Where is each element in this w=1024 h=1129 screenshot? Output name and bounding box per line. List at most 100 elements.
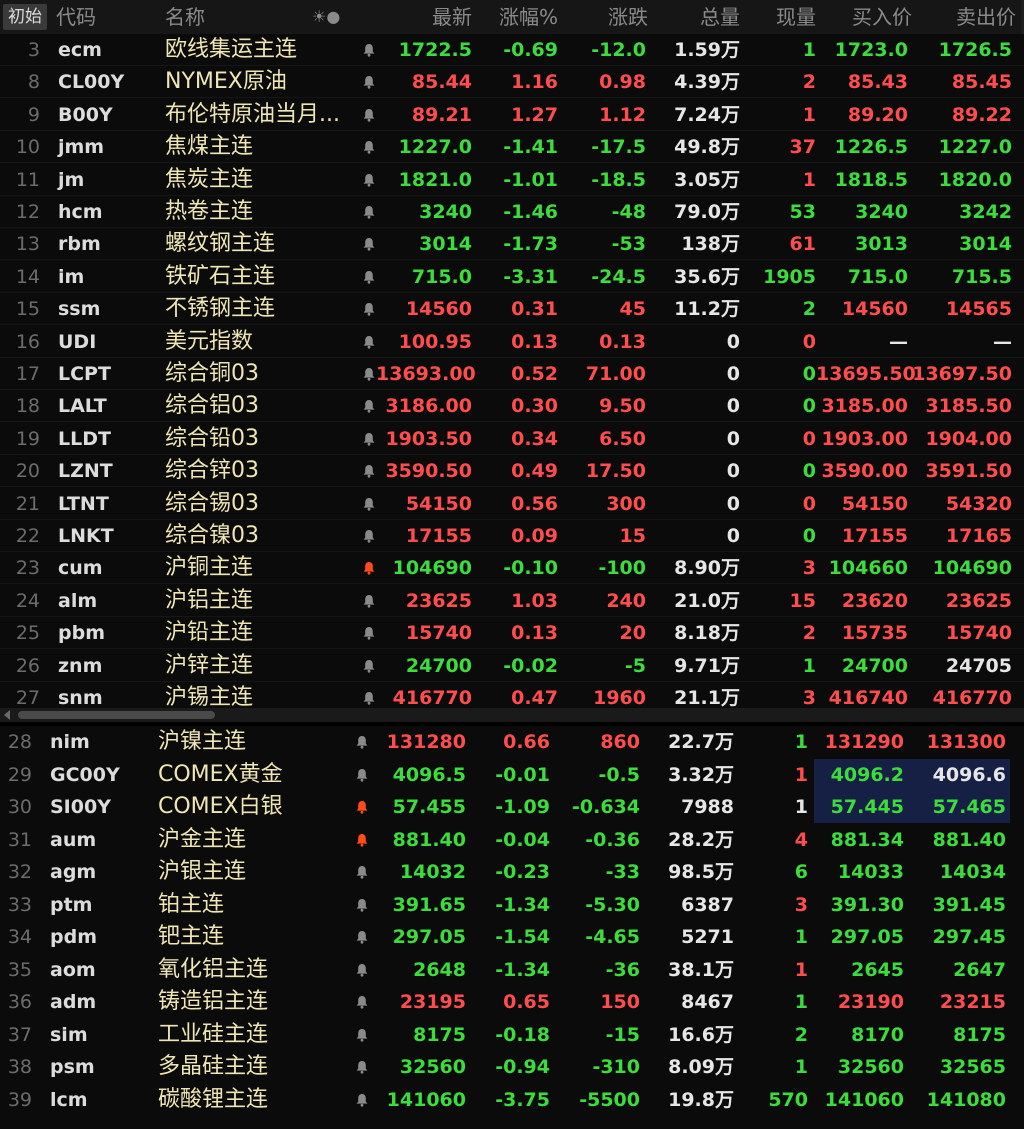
alert-bell-icon[interactable] bbox=[362, 335, 376, 349]
total-volume: 0 bbox=[726, 330, 740, 353]
alert-bell-icon[interactable] bbox=[362, 626, 376, 640]
quote-row-lcm[interactable]: 39 lcm 碳酸锂主连 141060 -3.75 -5500 19.8万 570 141060… bbox=[0, 1084, 1024, 1116]
alert-bell-icon[interactable] bbox=[355, 1093, 369, 1107]
alert-bell-icon[interactable] bbox=[362, 659, 376, 673]
current-volume: 2 bbox=[802, 622, 816, 645]
instrument-name: 沪铅主连 bbox=[165, 620, 254, 646]
quote-row-udi[interactable]: 16 UDI 美元指数 100.95 0.13 0.13 0 0 — — bbox=[0, 326, 1024, 358]
alert-bell-icon[interactable] bbox=[362, 43, 376, 57]
quote-row-lldt[interactable]: 19 LLDT 综合铅03 1903.50 0.34 6.50 0 0 1903.00 1904.… bbox=[0, 423, 1024, 455]
alert-bell-icon[interactable] bbox=[355, 963, 369, 977]
alert-bell-icon[interactable] bbox=[362, 108, 376, 122]
quote-row-alm[interactable]: 24 alm 沪铝主连 23625 1.03 240 21.0万 15 23620 23625 bbox=[0, 585, 1024, 617]
quote-row-ecm[interactable]: 3 ecm 欧线集运主连 1722.5 -0.69 -12.0 1.59万 1 1723.0 17… bbox=[0, 34, 1024, 66]
header-code[interactable]: 代码 bbox=[56, 0, 96, 34]
quote-row-psm[interactable]: 38 psm 多晶硅主连 32560 -0.94 -310 8.09万 1 32560 32565 bbox=[0, 1051, 1024, 1083]
quote-row-cl00y[interactable]: 8 CL00Y NYMEX原油 85.44 1.16 0.98 4.39万 2 85.43 85.… bbox=[0, 66, 1024, 99]
scroll-left-icon[interactable] bbox=[4, 710, 10, 720]
quote-row-gc00y[interactable]: 29 GC00Y COMEX黄金 4096.5 -0.01 -0.5 3.32万 1 4096.… bbox=[0, 758, 1024, 791]
horizontal-scrollbar[interactable] bbox=[0, 708, 1024, 722]
last-price: 3590.50 bbox=[385, 460, 472, 483]
quote-row-b00y[interactable]: 9 B00Y 布伦特原油当月... 89.21 1.27 1.12 7.24万 1 89.20 8… bbox=[0, 99, 1024, 131]
alert-bell-icon[interactable] bbox=[362, 464, 376, 478]
change-amount: 150 bbox=[600, 991, 640, 1013]
last-price: 2648 bbox=[413, 958, 466, 981]
last-price: 24700 bbox=[405, 654, 472, 677]
total-volume: 22.7万 bbox=[668, 731, 734, 753]
alert-bell-icon[interactable] bbox=[362, 497, 376, 511]
alert-bell-icon[interactable] bbox=[362, 173, 376, 187]
instrument-name: 焦炭主连 bbox=[165, 166, 254, 192]
header-pct[interactable]: 涨幅% bbox=[470, 0, 558, 34]
header-last[interactable]: 最新 bbox=[380, 0, 472, 34]
quote-row-lznt[interactable]: 20 LZNT 综合锌03 3590.50 0.49 17.50 0 0 3590.00 3591… bbox=[0, 455, 1024, 488]
alert-bell-icon[interactable] bbox=[355, 768, 369, 782]
last-price: 104690 bbox=[392, 557, 472, 580]
current-volume: 0 bbox=[802, 525, 816, 547]
alert-bell-icon[interactable] bbox=[362, 529, 376, 543]
quote-row-ltnt[interactable]: 21 LTNT 综合锡03 54150 0.56 300 0 0 54150 54320 bbox=[0, 488, 1024, 520]
alert-bell-icon[interactable] bbox=[355, 735, 369, 749]
quote-row-rbm[interactable]: 13 rbm 螺纹钢主连 3014 -1.73 -53 138万 61 3013 3014 bbox=[0, 228, 1024, 261]
quote-row-im[interactable]: 14 im 铁矿石主连 715.0 -3.31 -24.5 35.6万 1905 715.0 71… bbox=[0, 261, 1024, 293]
instrument-name: 不锈钢主连 bbox=[165, 296, 276, 322]
alert-bell-active-icon[interactable] bbox=[362, 561, 376, 575]
quote-row-adm[interactable]: 36 adm 铸造铝主连 23195 0.65 150 8467 1 23190 23215 bbox=[0, 986, 1024, 1018]
init-button[interactable]: 初始 bbox=[3, 4, 47, 30]
alert-bell-icon[interactable] bbox=[362, 594, 376, 608]
header-bid[interactable]: 买入价 bbox=[820, 0, 912, 34]
quote-row-cum[interactable]: 23 cum 沪铜主连 104690 -0.10 -100 8.90万 3 104660 1046… bbox=[0, 552, 1024, 585]
alert-bell-icon[interactable] bbox=[362, 691, 376, 705]
total-volume: 0 bbox=[726, 525, 740, 547]
change-amount: -5 bbox=[624, 654, 646, 677]
quote-row-jm[interactable]: 11 jm 焦炭主连 1821.0 -1.01 -18.5 3.05万 1 1818.5 1820… bbox=[0, 164, 1024, 196]
quote-row-lcpt[interactable]: 17 LCPT 综合铜03 13693.00 0.52 71.00 0 0 13695.50 13… bbox=[0, 358, 1024, 390]
quote-row-lalt[interactable]: 18 LALT 综合铝03 3186.00 0.30 9.50 0 0 3185.00 3185.… bbox=[0, 390, 1024, 423]
quote-row-ptm[interactable]: 33 ptm 铂主连 391.65 -1.34 -5.30 6387 3 391.30 391.4… bbox=[0, 889, 1024, 921]
alert-bell-active-icon[interactable] bbox=[355, 800, 369, 814]
quote-row-aum[interactable]: 31 aum 沪金主连 881.40 -0.04 -0.36 28.2万 4 881.34 881… bbox=[0, 824, 1024, 856]
alert-bell-icon[interactable] bbox=[362, 302, 376, 316]
alert-bell-icon[interactable] bbox=[362, 140, 376, 154]
header-alert-toggle[interactable]: ☀● bbox=[312, 0, 340, 34]
alert-bell-icon[interactable] bbox=[362, 237, 376, 251]
quote-row-hcm[interactable]: 12 hcm 热卷主连 3240 -1.46 -48 79.0万 53 3240 3242 bbox=[0, 196, 1024, 228]
quote-row-pbm[interactable]: 25 pbm 沪铅主连 15740 0.13 20 8.18万 2 15735 15740 bbox=[0, 617, 1024, 650]
alert-bell-icon[interactable] bbox=[355, 865, 369, 879]
scrollbar-thumb[interactable] bbox=[18, 711, 215, 719]
change-amount: 0.13 bbox=[599, 330, 646, 353]
header-chg[interactable]: 涨跌 bbox=[560, 0, 648, 34]
alert-bell-icon[interactable] bbox=[355, 930, 369, 944]
quote-row-lnkt[interactable]: 22 LNKT 综合镍03 17155 0.09 15 0 0 17155 17165 bbox=[0, 520, 1024, 552]
alert-bell-icon[interactable] bbox=[362, 367, 376, 381]
alert-bell-active-icon[interactable] bbox=[355, 833, 369, 847]
quote-row-ssm[interactable]: 15 ssm 不锈钢主连 14560 0.31 45 11.2万 2 14560 14565 bbox=[0, 293, 1024, 326]
quote-row-si00y[interactable]: 30 SI00Y COMEX白银 57.455 -1.09 -0.634 7988 1 57.4… bbox=[0, 791, 1024, 823]
quote-row-aom[interactable]: 35 aom 氧化铝主连 2648 -1.34 -36 38.1万 1 2645 2647 bbox=[0, 954, 1024, 986]
quote-row-znm[interactable]: 26 znm 沪锌主连 24700 -0.02 -5 9.71万 1 24700 24705 bbox=[0, 650, 1024, 682]
alert-bell-icon[interactable] bbox=[362, 270, 376, 284]
quote-row-agm[interactable]: 32 agm 沪银主连 14032 -0.23 -33 98.5万 6 14033 14034 bbox=[0, 856, 1024, 888]
alert-bell-icon[interactable] bbox=[355, 1060, 369, 1074]
quote-row-pdm[interactable]: 34 pdm 钯主连 297.05 -1.54 -4.65 5271 1 297.05 297.4… bbox=[0, 921, 1024, 953]
alert-bell-icon[interactable] bbox=[355, 898, 369, 912]
quote-row-sim[interactable]: 37 sim 工业硅主连 8175 -0.18 -15 16.6万 2 8170 8175 bbox=[0, 1019, 1024, 1051]
alert-bell-icon[interactable] bbox=[362, 75, 376, 89]
alert-bell-icon[interactable] bbox=[355, 995, 369, 1009]
header-vol[interactable]: 总量 bbox=[650, 0, 740, 34]
quote-row-nim[interactable]: 28 nim 沪镍主连 131280 0.66 860 22.7万 1 131290 131300 bbox=[0, 726, 1024, 758]
quote-row-jmm[interactable]: 10 jmm 焦煤主连 1227.0 -1.41 -17.5 49.8万 37 1226.5 12… bbox=[0, 131, 1024, 164]
row-number: 16 bbox=[15, 330, 40, 353]
bid-price: 881.34 bbox=[830, 828, 904, 851]
header-ask[interactable]: 卖出价 bbox=[914, 0, 1016, 34]
alert-bell-icon[interactable] bbox=[362, 432, 376, 446]
current-volume: 0 bbox=[802, 460, 816, 483]
header-cur[interactable]: 现量 bbox=[750, 0, 816, 34]
alert-bell-icon[interactable] bbox=[355, 1028, 369, 1042]
alert-bell-icon[interactable] bbox=[362, 205, 376, 219]
instrument-name: COMEX白银 bbox=[158, 794, 283, 819]
row-number: 36 bbox=[7, 991, 32, 1013]
alert-bell-icon[interactable] bbox=[362, 399, 376, 413]
change-amount: -310 bbox=[592, 1056, 640, 1078]
header-name[interactable]: 名称 bbox=[165, 0, 205, 34]
